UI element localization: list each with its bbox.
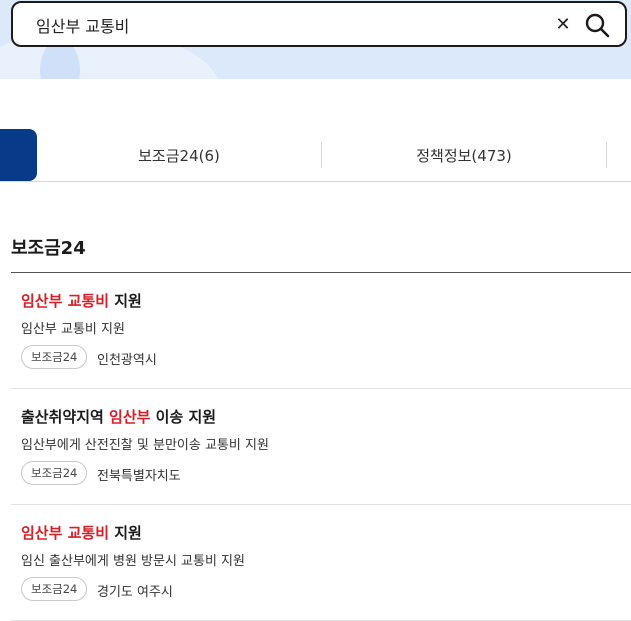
category-badge: 보조금24 — [21, 461, 88, 485]
result-description: 임산부 교통비 지원 — [21, 322, 125, 337]
title-text: 이송 지원 — [150, 408, 217, 426]
tab-divider — [606, 142, 607, 168]
result-title-link[interactable]: 임산부 교통비 지원 — [21, 522, 142, 543]
list-item: 임산부 교통비 지원 임신 출산부에게 병원 방문시 교통비 지원 보조금24 … — [11, 505, 631, 621]
title-text: 지원 — [109, 292, 142, 310]
region-label: 인천광역시 — [97, 353, 157, 368]
result-title-link[interactable]: 출산취약지역 임산부 이송 지원 — [21, 406, 216, 427]
search-icon[interactable] — [584, 12, 610, 38]
result-description: 임신 출산부에게 병원 방문시 교통비 지원 — [21, 554, 245, 569]
tab-active-indicator — [0, 129, 37, 181]
region-label: 전북특별자치도 — [97, 469, 181, 484]
section-title: 보조금24 — [11, 238, 86, 259]
search-input[interactable] — [36, 13, 516, 37]
close-icon[interactable]: ✕ — [553, 14, 573, 35]
region-label: 경기도 여주시 — [97, 585, 173, 600]
highlighted-keyword: 임산부 교통비 — [21, 292, 110, 310]
highlighted-keyword: 임산부 — [109, 408, 151, 426]
result-title-link[interactable]: 임산부 교통비 지원 — [21, 290, 142, 311]
title-text: 출산취약지역 — [21, 408, 110, 426]
tab-bar: 보조금24(6) 정책정보(473) — [0, 129, 631, 182]
highlighted-keyword: 임산부 교통비 — [21, 524, 110, 542]
category-badge: 보조금24 — [21, 577, 88, 601]
tab-policy-info[interactable]: 정책정보(473) — [322, 129, 606, 181]
tab-subsidy24[interactable]: 보조금24(6) — [37, 129, 321, 181]
search-box: ✕ — [11, 1, 627, 47]
result-description: 임산부에게 산전진찰 및 분만이송 교통비 지원 — [21, 438, 269, 453]
title-text: 지원 — [109, 524, 142, 542]
list-item: 임산부 교통비 지원 임산부 교통비 지원 보조금24 인천광역시 — [11, 273, 631, 389]
list-item: 출산취약지역 임산부 이송 지원 임산부에게 산전진찰 및 분만이송 교통비 지… — [11, 389, 631, 505]
category-badge: 보조금24 — [21, 345, 88, 369]
